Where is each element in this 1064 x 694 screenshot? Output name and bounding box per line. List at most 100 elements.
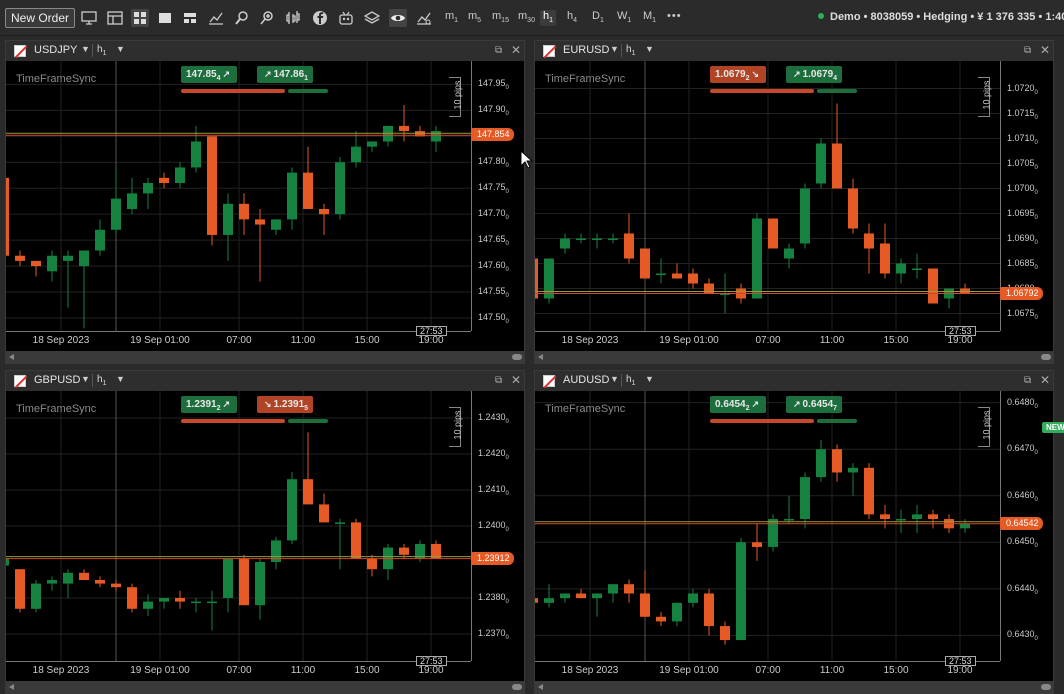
candle [864,223,874,274]
buy-button[interactable]: ↗ 1.06794 [786,66,843,83]
timeframe-dropdown-icon[interactable]: ▼ [116,374,125,384]
layers-icon[interactable] [363,9,381,27]
candle [800,472,810,529]
symbol-dropdown-icon[interactable]: ▼ [81,374,90,384]
time-axis[interactable]: 18 Sep 2023 19 Sep 01:00 07:00 11:00 15:00 19… [535,661,1000,681]
candle-body [431,131,441,142]
timeframe-d1[interactable]: D1 [592,10,604,26]
zoom-in-icon[interactable] [258,9,276,27]
candle [111,167,121,235]
time-axis[interactable]: 18 Sep 2023 19 Sep 01:00 07:00 11:00 15:00 19… [6,661,471,681]
timeframe-h4[interactable]: h4 [567,10,577,26]
eye-icon[interactable] [389,9,407,27]
chart-scrollbar[interactable] [535,351,1054,363]
timeframe-w1[interactable]: W1 [617,10,631,26]
panel-timeframe[interactable]: h1 [626,44,635,57]
sell-button[interactable]: 1.23912 ↗ [181,396,238,413]
sell-button[interactable]: 147.854 ↗ [181,66,238,83]
buy-button[interactable]: ↘ 1.23915 [257,396,314,413]
candle [656,258,666,284]
new-badge[interactable]: NEW [1042,422,1064,433]
detach-icon[interactable]: ⧉ [1024,375,1031,386]
panel-header[interactable]: EURUSD ▼ h1 ▼ ⧉ ✕ [535,41,1053,61]
price-axis[interactable]: 147.950147.900147.850147.800147.750147.7… [471,61,525,331]
panel-timeframe[interactable]: h1 [97,44,106,57]
robot-icon[interactable] [337,9,355,27]
candle-body [271,219,281,230]
candle [95,219,105,256]
chart-panel-eurusd[interactable]: EURUSD ▼ h1 ▼ ⧉ ✕ 1.07200 1.07150 1.07100 1… [534,40,1054,364]
symbol-dropdown-icon[interactable]: ▼ [610,44,619,54]
chart-panel-usdjpy[interactable]: USDJPY ▼ h1 ▼ ⧉ ✕ 147.950147.900147.8501… [5,40,525,364]
panel-header[interactable]: GBPUSD ▼ h1 ▼ ⧉ ✕ [6,371,524,391]
buy-button[interactable]: ↗ 0.64547 [786,396,843,413]
chart-scrollbar[interactable] [535,681,1054,693]
timeframe-mn1[interactable]: M1 [643,10,656,26]
detach-icon[interactable]: ⧉ [495,45,502,56]
sell-price: 147.85 [186,69,217,80]
panel-header[interactable]: USDJPY ▼ h1 ▼ ⧉ ✕ [6,41,524,61]
chart-scrollbar[interactable] [6,681,525,693]
new-order-button[interactable]: New Order [5,8,76,28]
timeframe-m5[interactable]: m5 [468,10,481,26]
panel-timeframe[interactable]: h1 [97,374,106,387]
candlestick-chart[interactable] [6,61,471,331]
timeframe-dropdown-icon[interactable]: ▼ [116,44,125,54]
chart-tools-icon[interactable] [415,9,433,27]
candle [768,218,778,249]
close-icon[interactable]: ✕ [1040,43,1050,57]
chart-panel-gbpusd[interactable]: GBPUSD ▼ h1 ▼ ⧉ ✕ 1.24300 1.24200 1.24100 1… [5,370,525,694]
close-icon[interactable]: ✕ [1040,373,1050,387]
chart-settings-icon[interactable] [207,9,225,27]
more-icon[interactable]: ••• [667,10,682,26]
symbol-name[interactable]: GBPUSD [34,374,80,386]
timeframe-h1[interactable]: h1 [540,10,557,26]
connection-status-icon [818,13,824,19]
candle-body [127,193,137,209]
timeframe-m15[interactable]: m15 [492,10,509,26]
timeframe-dropdown-icon[interactable]: ▼ [645,374,654,384]
detach-icon[interactable]: ⧉ [1024,45,1031,56]
symbol-name[interactable]: USDJPY [34,44,77,56]
candle-body [928,268,938,304]
candlestick-chart[interactable] [535,61,1000,331]
symbol-name[interactable]: AUDUSD [563,374,609,386]
monitor-icon[interactable] [80,9,98,27]
layout-full-icon[interactable] [156,9,174,27]
sell-button[interactable]: 0.64542 ↗ [710,396,767,413]
zoom-out-icon[interactable] [233,9,251,27]
close-icon[interactable]: ✕ [511,43,521,57]
panel-header[interactable]: AUDUSD ▼ h1 ▼ ⧉ ✕ [535,371,1053,391]
facebook-icon[interactable] [311,9,329,27]
buy-button[interactable]: ↗ 147.861 [257,66,314,83]
symbol-name[interactable]: EURUSD [563,44,609,56]
panel-timeframe[interactable]: h1 [626,374,635,387]
close-icon[interactable]: ✕ [511,373,521,387]
candlestick-chart[interactable] [535,391,1000,661]
chart-scrollbar[interactable] [6,351,525,363]
candle [576,588,586,599]
sell-button[interactable]: 1.06792 ↘ [710,66,767,83]
price-axis[interactable]: 1.24300 1.24200 1.24100 1.24000 1.23800 1.237… [471,391,525,661]
indicators-icon[interactable] [285,9,303,27]
timeframe-m1[interactable]: m1 [445,10,458,26]
sell-price-pipette: 2 [745,75,750,82]
layout-single-icon[interactable] [106,9,124,27]
symbol-dropdown-icon[interactable]: ▼ [81,44,90,54]
candle-body [736,542,746,641]
layout-split-icon[interactable] [181,9,199,27]
chart-panel-audusd[interactable]: AUDUSD ▼ h1 ▼ ⧉ ✕ 0.64800 0.64700 0.64600 0… [534,370,1054,694]
timeframe-m30[interactable]: m30 [518,10,535,26]
time-axis[interactable]: 18 Sep 2023 19 Sep 01:00 07:00 11:00 15:00 19… [6,331,471,351]
candlestick-chart[interactable] [6,391,471,661]
candle-body [63,572,73,584]
candle-body [303,479,313,505]
time-axis[interactable]: 18 Sep 2023 19 Sep 01:00 07:00 11:00 15:00 19… [535,331,1000,351]
candle [47,576,57,591]
layout-grid-icon[interactable] [131,9,149,27]
candle-body [399,547,409,555]
detach-icon[interactable]: ⧉ [495,375,502,386]
timeframe-dropdown-icon[interactable]: ▼ [645,44,654,54]
symbol-dropdown-icon[interactable]: ▼ [610,374,619,384]
account-info[interactable]: Demo • 8038059 • Hedging • ¥ 1 376 335 •… [818,11,1064,23]
